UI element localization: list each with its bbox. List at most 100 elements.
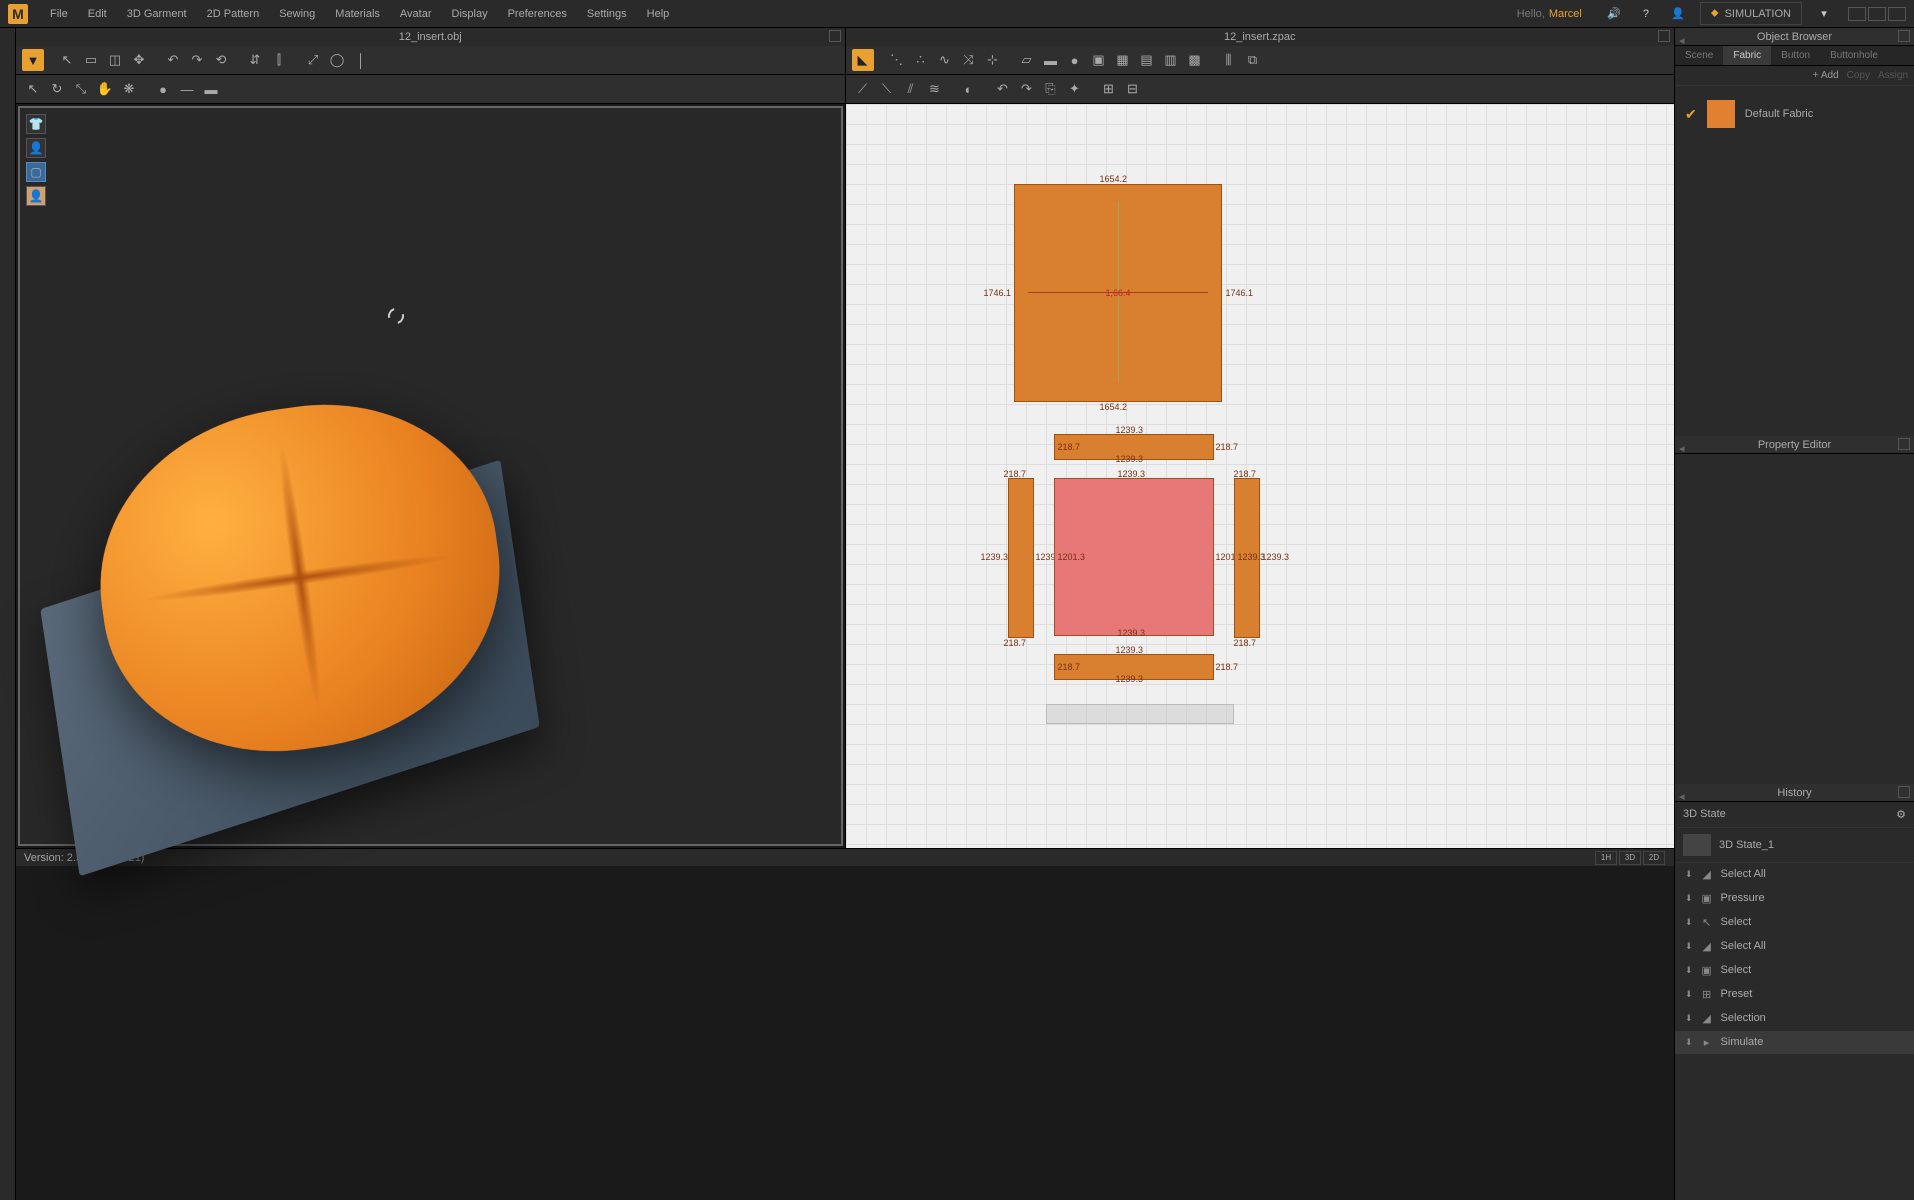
history-item[interactable]: ⬇▣Pressure bbox=[1675, 887, 1914, 911]
history-maximize-icon[interactable] bbox=[1898, 786, 1910, 798]
help-icon[interactable]: ? bbox=[1634, 2, 1658, 26]
2d-viewport[interactable]: 1654.2 1654.2 1746.1 1746.1 1,66.4 1239.… bbox=[846, 104, 1675, 848]
symmetry-tool-icon[interactable]: ⧉ bbox=[1242, 49, 1264, 71]
skin-display-icon[interactable]: 👤 bbox=[26, 186, 46, 206]
history-item[interactable]: ⬇◢Select All bbox=[1675, 863, 1914, 887]
user-icon[interactable]: 👤 bbox=[1666, 2, 1690, 26]
menu-help[interactable]: Help bbox=[637, 4, 680, 24]
move-tool-icon[interactable]: ✥ bbox=[128, 49, 150, 71]
history-item[interactable]: ⬇◢Select All bbox=[1675, 935, 1914, 959]
lasso-tool-icon[interactable]: ◫ bbox=[104, 49, 126, 71]
3d-maximize-icon[interactable] bbox=[829, 30, 841, 42]
arrange-tool-icon[interactable]: ⇵ bbox=[244, 49, 266, 71]
collapse-icon[interactable]: ◂ bbox=[1679, 32, 1685, 50]
menu-sewing[interactable]: Sewing bbox=[269, 4, 325, 24]
edit-point-tool-icon[interactable]: ⋱ bbox=[886, 49, 908, 71]
circle-tool-icon[interactable]: ◯ bbox=[326, 49, 348, 71]
pin-tool-icon[interactable]: ↶ bbox=[162, 49, 184, 71]
scale-tool-icon[interactable]: ⤡ bbox=[70, 78, 92, 100]
box-tool-icon[interactable]: ▭ bbox=[80, 49, 102, 71]
sew-tool-icon[interactable]: ⟋ bbox=[852, 78, 874, 100]
menu-avatar[interactable]: Avatar bbox=[390, 4, 442, 24]
circle2d-tool-icon[interactable]: ● bbox=[1064, 49, 1086, 71]
3d-viewport[interactable]: 👕 👤 ▢ 👤 bbox=[18, 106, 843, 846]
layout-2d-button[interactable]: 2D bbox=[1643, 851, 1665, 865]
paste-tool-icon[interactable]: ✦ bbox=[1064, 78, 1086, 100]
menu-settings[interactable]: Settings bbox=[577, 4, 637, 24]
simulation-dropdown[interactable]: ▾ bbox=[1812, 2, 1836, 26]
close-button[interactable] bbox=[1888, 7, 1906, 21]
notch-tool-icon[interactable]: ⊹ bbox=[982, 49, 1004, 71]
menu-display[interactable]: Display bbox=[442, 4, 498, 24]
simulation-button[interactable]: ⬥ SIMULATION bbox=[1700, 2, 1802, 25]
sound-icon[interactable]: 🔊 bbox=[1602, 2, 1626, 26]
menu-3d-garment[interactable]: 3D Garment bbox=[117, 4, 197, 24]
tab-fabric[interactable]: Fabric bbox=[1723, 46, 1771, 65]
edit-curve-tool-icon[interactable]: ∿ bbox=[934, 49, 956, 71]
unpin-tool-icon[interactable]: ↷ bbox=[186, 49, 208, 71]
cursor-tool-icon[interactable]: ↖ bbox=[22, 78, 44, 100]
rotate-tool-icon[interactable]: ↻ bbox=[46, 78, 68, 100]
history-state-row[interactable]: 3D State_1 bbox=[1675, 828, 1914, 863]
plane-icon[interactable]: ▬ bbox=[200, 78, 222, 100]
internal-line-tool-icon[interactable]: ▦ bbox=[1112, 49, 1134, 71]
texture-display-icon[interactable]: ▢ bbox=[26, 162, 46, 182]
assign-button[interactable]: Assign bbox=[1878, 70, 1908, 81]
show-sew-tool-icon[interactable]: ≋ bbox=[924, 78, 946, 100]
collapse-icon[interactable]: ◂ bbox=[1679, 440, 1685, 458]
sphere-icon[interactable]: ● bbox=[152, 78, 174, 100]
history-gear-icon[interactable]: ⚙ bbox=[1896, 808, 1906, 821]
avatar-display-icon[interactable]: 👤 bbox=[26, 138, 46, 158]
tack-tool-icon[interactable]: ⟲ bbox=[210, 49, 232, 71]
history-item[interactable]: ⬇▸Simulate bbox=[1675, 1031, 1914, 1055]
copy-tool-icon[interactable]: ⎘ bbox=[1040, 78, 1062, 100]
collapse-icon[interactable]: ◂ bbox=[1679, 788, 1685, 806]
menu-edit[interactable]: Edit bbox=[78, 4, 117, 24]
fabric-row[interactable]: ✔ Default Fabric bbox=[1681, 92, 1908, 136]
object-browser-maximize-icon[interactable] bbox=[1898, 30, 1910, 42]
2d-maximize-icon[interactable] bbox=[1658, 30, 1670, 42]
hand-tool-icon[interactable]: ✋ bbox=[94, 78, 116, 100]
garment-display-icon[interactable]: 👕 bbox=[26, 114, 46, 134]
line-tool-icon[interactable]: │ bbox=[350, 49, 372, 71]
redo2d-tool-icon[interactable]: ↷ bbox=[1016, 78, 1038, 100]
layout-3d-button[interactable]: 3D bbox=[1619, 851, 1641, 865]
menu-2d-pattern[interactable]: 2D Pattern bbox=[197, 4, 270, 24]
free-sew-tool-icon[interactable]: ⫽ bbox=[900, 78, 922, 100]
fold-angle-tool-icon[interactable]: ◐ bbox=[958, 78, 980, 100]
fold-tool-icon[interactable]: ⫿ bbox=[268, 49, 290, 71]
edit-pattern-tool-icon[interactable]: ◣ bbox=[852, 49, 874, 71]
polygon-tool-icon[interactable]: ▱ bbox=[1016, 49, 1038, 71]
property-editor-maximize-icon[interactable] bbox=[1898, 438, 1910, 450]
menu-file[interactable]: File bbox=[40, 4, 78, 24]
rectangle-tool-icon[interactable]: ▬ bbox=[1040, 49, 1062, 71]
simulate-tool-icon[interactable]: ▼ bbox=[22, 49, 44, 71]
restore-button[interactable] bbox=[1868, 7, 1886, 21]
undo2d-tool-icon[interactable]: ↶ bbox=[992, 78, 1014, 100]
seam-tool-icon[interactable]: ▩ bbox=[1184, 49, 1206, 71]
history-item[interactable]: ⬇◢Selection bbox=[1675, 1007, 1914, 1031]
menu-preferences[interactable]: Preferences bbox=[498, 4, 577, 24]
layout-1h-button[interactable]: 1H bbox=[1595, 851, 1617, 865]
history-item[interactable]: ⬇↖Select bbox=[1675, 911, 1914, 935]
select-tool-icon[interactable]: ↖ bbox=[56, 49, 78, 71]
history-item[interactable]: ⬇⊞Preset bbox=[1675, 983, 1914, 1007]
tab-buttonhole[interactable]: Buttonhole bbox=[1820, 46, 1888, 65]
align-tool-icon[interactable]: ⊞ bbox=[1098, 78, 1120, 100]
grid-tool-icon[interactable]: ⫼ bbox=[1218, 49, 1240, 71]
copy-button[interactable]: Copy bbox=[1847, 70, 1870, 81]
trace-tool-icon[interactable]: ▥ bbox=[1160, 49, 1182, 71]
gizmo-tool-icon[interactable]: ❋ bbox=[118, 78, 140, 100]
tab-button[interactable]: Button bbox=[1771, 46, 1820, 65]
minimize-button[interactable] bbox=[1848, 7, 1866, 21]
add-button[interactable]: + Add bbox=[1813, 70, 1839, 81]
add-point-tool-icon[interactable]: ∴ bbox=[910, 49, 932, 71]
internal-shape-tool-icon[interactable]: ▤ bbox=[1136, 49, 1158, 71]
segment-sew-tool-icon[interactable]: ⟍ bbox=[876, 78, 898, 100]
slash-tool-icon[interactable]: ⤨ bbox=[958, 49, 980, 71]
menu-materials[interactable]: Materials bbox=[325, 4, 390, 24]
distribute-tool-icon[interactable]: ⊟ bbox=[1122, 78, 1144, 100]
pattern-ghost[interactable] bbox=[1046, 704, 1234, 724]
dart-tool-icon[interactable]: ▣ bbox=[1088, 49, 1110, 71]
pattern-strip-left[interactable] bbox=[1008, 478, 1034, 638]
